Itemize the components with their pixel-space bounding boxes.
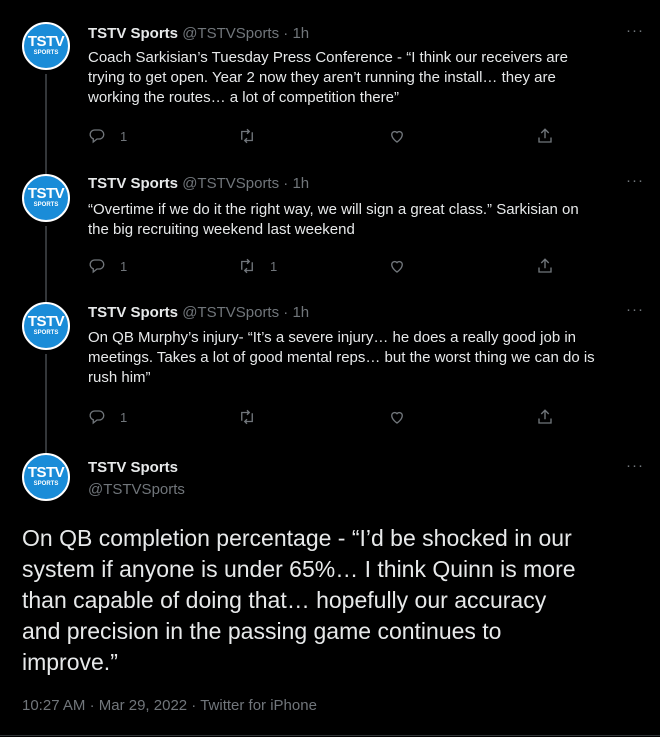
retweet-icon (241, 128, 253, 144)
tweet-line: rush him” (88, 369, 151, 386)
avatar[interactable]: TSTV SPORTS (22, 22, 70, 70)
tweet-time[interactable]: 10:27 AM (22, 697, 85, 714)
action-bar: 1 (88, 127, 568, 147)
tweet-line: “Overtime if we do it the right way, we … (88, 201, 579, 218)
more-icon[interactable]: ··· (626, 301, 644, 318)
retweet-button[interactable] (238, 127, 270, 145)
tweet-3[interactable]: TSTV SPORTS TSTV Sports @TSTVSports · 1h… (0, 290, 660, 454)
thread-line (45, 354, 47, 454)
author-handle[interactable]: @TSTVSports (88, 481, 185, 498)
divider (0, 735, 660, 736)
author-name[interactable]: TSTV Sports (88, 459, 178, 476)
tweet-line: working the routes… a lot of competition… (88, 89, 399, 106)
separator: · (191, 697, 197, 714)
tweet-text: “Overtime if we do it the right way, we … (88, 200, 628, 240)
like-icon (391, 260, 403, 273)
avatar-subtext: SPORTS (33, 50, 59, 56)
retweet-button[interactable]: 1 (238, 257, 277, 275)
tweet-time[interactable]: 1h (292, 304, 309, 321)
tweet-line: On QB completion percentage - “I’d be sh… (22, 525, 572, 551)
main-tweet: TSTV SPORTS TSTV Sports @TSTVSports ··· … (0, 440, 660, 737)
retweet-count: 1 (270, 258, 278, 274)
tweet-meta: 10:27 AM · Mar 29, 2022 · Twitter for iP… (22, 697, 317, 714)
reply-count: 1 (120, 409, 128, 425)
tweet-line: system if anyone is under 65%… I think Q… (22, 556, 576, 582)
more-icon[interactable]: ··· (626, 172, 644, 189)
thread-line (45, 74, 47, 174)
share-button[interactable] (536, 408, 554, 426)
like-icon (391, 411, 403, 424)
author-name[interactable]: TSTV Sports (88, 175, 178, 192)
avatar-text: TSTV (27, 33, 65, 50)
reply-count: 1 (120, 258, 128, 274)
tweet-date[interactable]: Mar 29, 2022 (99, 697, 187, 714)
avatar[interactable]: TSTV SPORTS (22, 302, 70, 350)
reply-icon (89, 129, 105, 144)
share-icon (538, 409, 552, 424)
tweet-line: On QB Murphy’s injury- “It’s a severe in… (88, 329, 577, 346)
tweet-header: TSTV Sports @TSTVSports · 1h (88, 24, 309, 44)
reply-button[interactable]: 1 (88, 127, 127, 145)
tweet-source[interactable]: Twitter for iPhone (200, 697, 317, 714)
tweet-time[interactable]: 1h (292, 175, 309, 192)
share-icon (538, 128, 552, 143)
author-name[interactable]: TSTV Sports (88, 25, 178, 42)
share-icon (538, 258, 552, 273)
tweet-line: meetings. Takes a lot of good mental rep… (88, 349, 595, 366)
tweet-header: TSTV Sports @TSTVSports · 1h (88, 303, 309, 323)
avatar[interactable]: TSTV SPORTS (22, 174, 70, 222)
author-name[interactable]: TSTV Sports (88, 304, 178, 321)
tweet-text: Coach Sarkisian’s Tuesday Press Conferen… (88, 48, 628, 108)
reply-button[interactable]: 1 (88, 408, 127, 426)
separator: · (283, 175, 289, 192)
reply-count: 1 (120, 128, 128, 144)
more-icon[interactable]: ··· (626, 457, 644, 474)
reply-icon (89, 410, 105, 425)
retweet-icon (241, 409, 253, 425)
like-button[interactable] (388, 127, 406, 145)
like-button[interactable] (388, 408, 406, 426)
avatar-subtext: SPORTS (33, 330, 59, 336)
author-handle[interactable]: @TSTVSports (182, 25, 279, 42)
tweet-1[interactable]: TSTV SPORTS TSTV Sports @TSTVSports · 1h… (0, 0, 660, 174)
author-handle[interactable]: @TSTVSports (182, 175, 279, 192)
tweet-text: On QB completion percentage - “I’d be sh… (22, 523, 642, 678)
tweet-line: the big recruiting weekend last weekend (88, 221, 355, 238)
like-icon (391, 130, 403, 143)
tweet-line: Coach Sarkisian’s Tuesday Press Conferen… (88, 49, 568, 66)
avatar-text: TSTV (27, 464, 65, 481)
share-button[interactable] (536, 257, 554, 275)
reply-icon (89, 259, 105, 274)
more-icon[interactable]: ··· (626, 22, 644, 39)
tweet-2[interactable]: TSTV SPORTS TSTV Sports @TSTVSports · 1h… (0, 160, 660, 306)
tweet-line: than capable of doing that… hopefully ou… (22, 587, 547, 613)
separator: · (89, 697, 95, 714)
avatar-subtext: SPORTS (33, 481, 59, 487)
avatar-text: TSTV (27, 313, 65, 330)
separator: · (283, 25, 289, 42)
reply-button[interactable]: 1 (88, 257, 127, 275)
avatar-text: TSTV (27, 185, 65, 202)
retweet-icon (241, 258, 253, 274)
share-button[interactable] (536, 127, 554, 145)
action-bar: 1 1 (88, 257, 568, 277)
tweet-text: On QB Murphy’s injury- “It’s a severe in… (88, 328, 628, 388)
separator: · (283, 304, 289, 321)
avatar[interactable]: TSTV SPORTS (22, 453, 70, 501)
author-handle[interactable]: @TSTVSports (182, 304, 279, 321)
tweet-line: trying to get open. Year 2 now they aren… (88, 69, 556, 86)
retweet-button[interactable] (238, 408, 270, 426)
action-bar: 1 (88, 408, 568, 428)
avatar-subtext: SPORTS (33, 202, 59, 208)
tweet-line: improve.” (22, 649, 118, 675)
tweet-time[interactable]: 1h (292, 25, 309, 42)
like-button[interactable] (388, 257, 406, 275)
tweet-line: and precision in the passing game contin… (22, 618, 502, 644)
tweet-header: TSTV Sports @TSTVSports · 1h (88, 174, 309, 194)
